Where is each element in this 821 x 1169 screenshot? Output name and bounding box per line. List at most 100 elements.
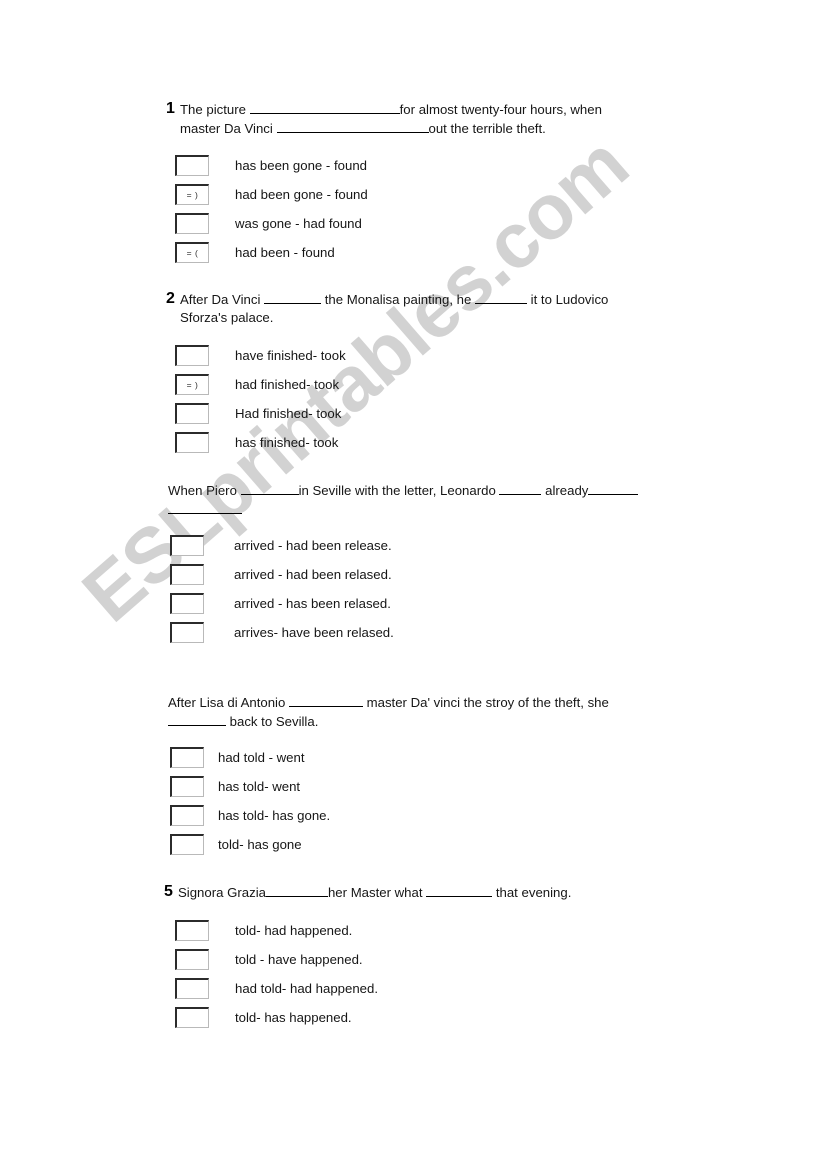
question-block-1: 1 The picture for almost twenty-four hou… — [166, 100, 635, 138]
option-checkbox[interactable] — [170, 834, 204, 855]
stem-text: Signora Grazia — [178, 885, 266, 900]
stem-text: When Piero — [168, 483, 241, 498]
option-checkbox[interactable] — [175, 155, 209, 176]
question-stem-4: After Lisa di Antonio master Da' vinci t… — [168, 693, 648, 731]
question-number-5: 5 — [164, 883, 173, 900]
option-row[interactable]: told- has gone — [170, 830, 330, 859]
option-checkbox[interactable] — [170, 593, 204, 614]
option-label: arrived - had been relased. — [234, 566, 392, 582]
question-stem-line-1: Signora Grazia her Master what that eveni… — [178, 883, 648, 902]
option-row[interactable]: had told- had happened. — [175, 974, 378, 1003]
option-checkbox[interactable] — [175, 432, 209, 453]
stem-text: out the terrible theft. — [428, 121, 546, 136]
option-row[interactable]: has told- went — [170, 772, 330, 801]
question-number-2: 2 — [166, 290, 175, 307]
option-checkbox[interactable] — [175, 920, 209, 941]
option-row[interactable]: told - have happened. — [175, 945, 378, 974]
answer-blank — [276, 119, 429, 133]
stem-text: back to Sevilla. — [226, 714, 319, 729]
option-row[interactable]: = ) had finished- took — [175, 370, 346, 399]
option-checkbox[interactable] — [175, 403, 209, 424]
option-checkbox[interactable] — [170, 564, 204, 585]
option-label: told- had happened. — [235, 922, 353, 938]
options-group-2: have finished- took = ) had finished- to… — [175, 341, 346, 457]
answer-blank — [588, 481, 639, 495]
option-checkbox[interactable]: = ) — [175, 184, 209, 205]
question-stem-line-1: When Piero in Seville with the letter, L… — [168, 481, 653, 500]
stem-text: the Monalisa painting, he — [321, 292, 476, 307]
option-label: told- has gone — [218, 836, 302, 852]
option-checkbox[interactable] — [175, 949, 209, 970]
question-stem-line-1: The picture for almost twenty-four hours… — [180, 100, 635, 119]
options-group-1: has been gone - found = ) had been gone … — [175, 151, 368, 267]
stem-text: After Da Vinci — [180, 292, 265, 307]
option-label: arrived - has been relased. — [234, 595, 391, 611]
option-checkbox[interactable] — [170, 805, 204, 826]
option-checkbox[interactable] — [175, 1007, 209, 1028]
option-row[interactable]: arrives- have been relased. — [170, 618, 394, 647]
option-row[interactable]: told- has happened. — [175, 1003, 378, 1032]
answer-blank — [249, 100, 400, 114]
option-row[interactable]: told- had happened. — [175, 916, 378, 945]
option-label: told - have happened. — [235, 951, 363, 967]
option-label: have finished- took — [235, 347, 346, 363]
option-row[interactable]: arrived - had been release. — [170, 531, 394, 560]
option-row[interactable]: has finished- took — [175, 428, 346, 457]
option-label: has told- went — [218, 778, 301, 794]
answer-blank — [264, 290, 322, 304]
options-group-5: told- had happened. told - have happened… — [175, 916, 378, 1032]
question-block-3: When Piero in Seville with the letter, L… — [168, 481, 653, 519]
question-stem-line-2 — [168, 500, 623, 519]
question-number-1: 1 — [166, 100, 175, 117]
option-row[interactable]: = ) had been gone - found — [175, 180, 368, 209]
stem-text: The picture — [180, 102, 250, 117]
option-row[interactable]: have finished- took — [175, 341, 346, 370]
stem-text: Sforza's palace. — [180, 310, 274, 325]
stem-text: that evening. — [492, 885, 572, 900]
question-stem-line-1: After Lisa di Antonio master Da' vinci t… — [168, 693, 648, 712]
stem-text: for almost twenty-four hours, when — [399, 102, 602, 117]
option-checkbox[interactable] — [170, 776, 204, 797]
answer-blank — [426, 883, 493, 897]
stem-text: master Da' vinci the stroy of the theft,… — [362, 695, 609, 710]
stem-text: master Da Vinci — [180, 121, 277, 136]
question-stem-2: 2 After Da Vinci the Monalisa painting, … — [166, 290, 640, 327]
question-stem-line-2: Sforza's palace. — [180, 309, 635, 327]
option-row[interactable]: had told - went — [170, 743, 330, 772]
option-label: arrives- have been relased. — [234, 624, 394, 640]
options-group-4: had told - went has told- went has told-… — [170, 743, 330, 859]
option-label: arrived - had been release. — [234, 537, 392, 553]
answer-blank — [240, 481, 299, 495]
stem-text: her Master what — [327, 885, 427, 900]
question-block-5: 5 Signora Grazia her Master what that eve… — [164, 883, 648, 902]
option-checkbox[interactable] — [170, 535, 204, 556]
option-label: told- has happened. — [235, 1009, 352, 1025]
question-stem-5: 5 Signora Grazia her Master what that eve… — [164, 883, 648, 902]
option-checkbox[interactable]: = ( — [175, 242, 209, 263]
option-row[interactable]: = ( had been - found — [175, 238, 368, 267]
option-label: has finished- took — [235, 434, 339, 450]
option-row[interactable]: arrived - had been relased. — [170, 560, 394, 589]
question-stem-1: 1 The picture for almost twenty-four hou… — [166, 100, 635, 138]
option-label: had been gone - found — [235, 186, 368, 202]
option-row[interactable]: arrived - has been relased. — [170, 589, 394, 618]
answer-blank — [168, 712, 226, 726]
option-checkbox[interactable] — [170, 747, 204, 768]
option-row[interactable]: Had finished- took — [175, 399, 346, 428]
option-label: has been gone - found — [235, 157, 367, 173]
option-checkbox[interactable] — [170, 622, 204, 643]
answer-blank — [168, 500, 242, 514]
option-label: has told- has gone. — [218, 807, 331, 823]
option-checkbox[interactable]: = ) — [175, 374, 209, 395]
answer-blank — [265, 883, 328, 897]
stem-text: already — [541, 483, 589, 498]
option-row[interactable]: has told- has gone. — [170, 801, 330, 830]
option-row[interactable]: has been gone - found — [175, 151, 368, 180]
option-checkbox[interactable] — [175, 345, 209, 366]
stem-text: in Seville with the letter, Leonardo — [298, 483, 500, 498]
question-block-2: 2 After Da Vinci the Monalisa painting, … — [166, 290, 640, 327]
answer-blank — [499, 481, 542, 495]
option-checkbox[interactable] — [175, 213, 209, 234]
option-checkbox[interactable] — [175, 978, 209, 999]
option-row[interactable]: was gone - had found — [175, 209, 368, 238]
